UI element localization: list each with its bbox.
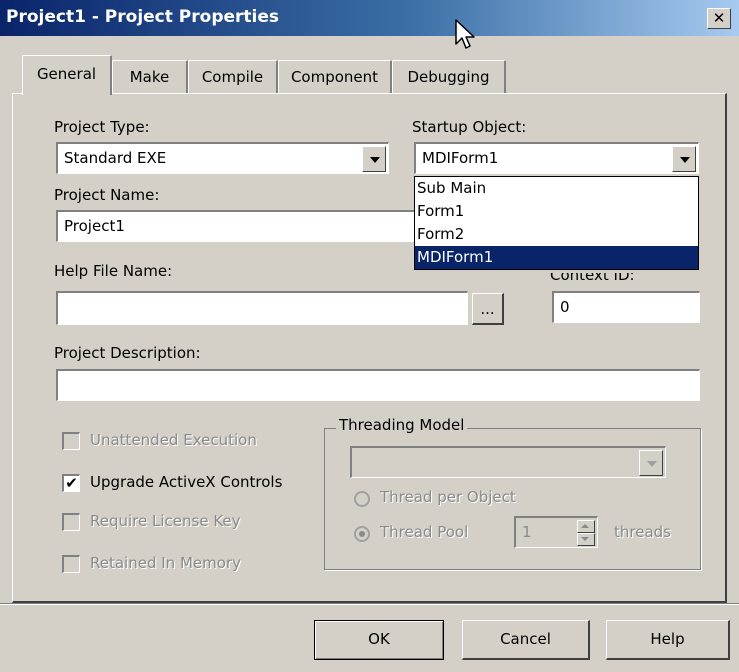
help-file-label: Help File Name:	[54, 262, 173, 280]
startup-option-mdiform1[interactable]: MDIForm1	[415, 246, 698, 269]
require-license-key-label: Require License Key	[90, 512, 241, 530]
upgrade-activex-checkbox[interactable]: ✔	[62, 474, 80, 492]
require-license-key-checkbox[interactable]	[62, 513, 80, 531]
ok-button[interactable]: OK	[314, 620, 444, 660]
upgrade-activex-label: Upgrade ActiveX Controls	[90, 473, 283, 491]
startup-object-list[interactable]: Sub Main Form1 Form2 MDIForm1	[414, 176, 699, 270]
close-icon: ✕	[712, 9, 726, 27]
retained-in-memory-checkbox[interactable]	[62, 555, 80, 573]
mouse-cursor-icon	[455, 19, 475, 49]
startup-option-sub-main[interactable]: Sub Main	[415, 177, 698, 200]
radio-selected-dot-icon	[359, 531, 365, 537]
tab-general-label: General	[36, 65, 97, 83]
tab-compile-label: Compile	[201, 68, 264, 86]
project-name-label: Project Name:	[54, 186, 160, 204]
checkmark-icon: ✔	[65, 474, 78, 492]
cancel-button[interactable]: Cancel	[462, 620, 590, 660]
tab-general[interactable]: General	[22, 55, 112, 95]
threading-model-dropdown[interactable]	[350, 446, 666, 478]
chevron-down-icon	[680, 157, 690, 163]
threading-model-dropdown-button[interactable]	[639, 450, 663, 476]
chevron-up-icon	[581, 524, 589, 528]
startup-object-label: Startup Object:	[412, 118, 527, 136]
retained-in-memory-label: Retained In Memory	[90, 554, 241, 572]
thread-per-object-radio[interactable]	[354, 491, 370, 507]
thread-pool-spinner[interactable]: 1	[514, 516, 598, 548]
project-type-dropdown-button[interactable]	[362, 146, 386, 172]
tab-compile[interactable]: Compile	[188, 60, 278, 94]
threads-label: threads	[614, 523, 671, 541]
startup-object-value: MDIForm1	[422, 149, 499, 167]
tab-debugging-label: Debugging	[407, 68, 490, 86]
tab-make[interactable]: Make	[112, 60, 188, 94]
window-title: Project1 - Project Properties	[6, 7, 280, 27]
thread-pool-radio[interactable]	[354, 526, 370, 542]
spinner-up-button[interactable]	[577, 520, 595, 533]
thread-per-object-label: Thread per Object	[380, 488, 516, 506]
unattended-execution-label: Unattended Execution	[90, 431, 257, 449]
close-button[interactable]: ✕	[707, 8, 731, 29]
project-type-label: Project Type:	[54, 118, 150, 136]
thread-pool-label: Thread Pool	[380, 523, 469, 541]
spinner-down-button[interactable]	[577, 533, 595, 546]
startup-option-form2[interactable]: Form2	[415, 223, 698, 246]
project-name-input[interactable]: Project1	[56, 210, 416, 242]
chevron-down-icon	[370, 157, 380, 163]
project-type-value: Standard EXE	[64, 149, 167, 167]
browse-label: ...	[480, 300, 495, 318]
context-id-input[interactable]: 0	[552, 291, 700, 323]
chevron-down-icon	[581, 537, 589, 541]
tab-debugging[interactable]: Debugging	[392, 60, 506, 94]
help-button[interactable]: Help	[606, 620, 730, 660]
startup-object-dropdown-button[interactable]	[672, 146, 696, 172]
tab-component-label: Component	[290, 68, 379, 86]
ok-label: OK	[368, 630, 390, 648]
project-description-input[interactable]	[56, 369, 700, 401]
project-type-dropdown[interactable]: Standard EXE	[56, 142, 389, 174]
bottom-divider	[0, 603, 739, 605]
threading-model-legend: Threading Model	[336, 416, 468, 434]
browse-help-file-button[interactable]: ...	[472, 293, 504, 325]
help-file-input[interactable]	[56, 291, 468, 325]
thread-pool-value: 1	[522, 523, 532, 541]
tab-component[interactable]: Component	[278, 60, 392, 94]
chevron-down-icon	[647, 461, 657, 467]
tab-make-label: Make	[129, 68, 170, 86]
help-label: Help	[650, 630, 685, 648]
startup-object-dropdown[interactable]: MDIForm1	[414, 142, 699, 174]
context-id-value: 0	[560, 298, 570, 316]
startup-option-form1[interactable]: Form1	[415, 200, 698, 223]
project-description-label: Project Description:	[54, 344, 201, 362]
cancel-label: Cancel	[500, 630, 551, 648]
project-name-value: Project1	[64, 217, 125, 235]
unattended-execution-checkbox[interactable]	[62, 432, 80, 450]
